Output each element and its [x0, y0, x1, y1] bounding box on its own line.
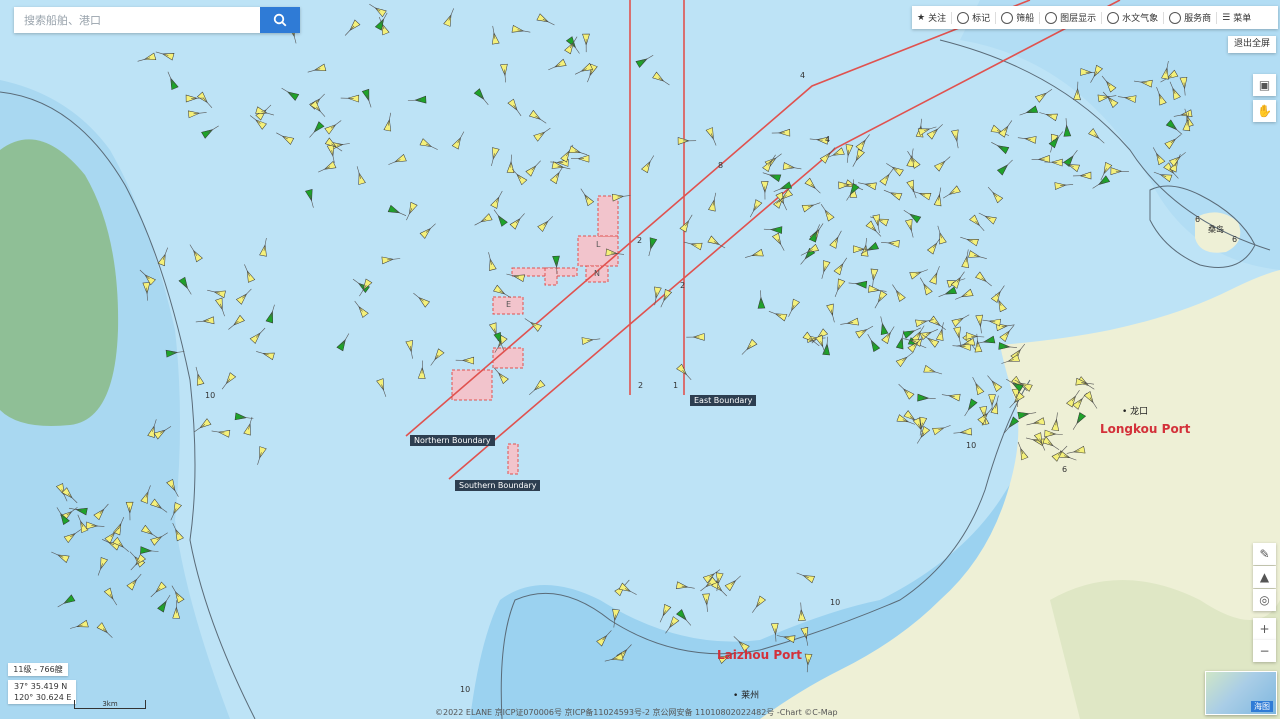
toolbar-weather[interactable]: 水文气象 — [1102, 6, 1163, 29]
copyright-footer: ©2022 ELANE 京ICP证070006号 京ICP备11024593号-… — [435, 708, 838, 717]
depth-sounding: 4 — [800, 71, 805, 80]
service-icon — [1169, 11, 1182, 24]
scale-bar: 3km — [74, 700, 146, 709]
zone-letter: L — [596, 240, 601, 249]
zoom-out-button[interactable]: − — [1253, 640, 1276, 662]
layers-icon — [1045, 11, 1058, 24]
plus-icon: + — [1259, 622, 1270, 636]
depth-sounding: 1 — [673, 381, 678, 390]
east-boundary-label: East Boundary — [690, 395, 757, 406]
search-input[interactable] — [14, 7, 260, 33]
toolbar-layers-label: 图层显示 — [1060, 14, 1097, 24]
toolbar-follow[interactable]: ★ 关注 — [912, 6, 951, 29]
search-button[interactable] — [260, 7, 300, 33]
zone-upper — [597, 195, 619, 237]
toolbar-filter-label: 筛船 — [1016, 14, 1035, 24]
toolbar-service[interactable]: 服务商 — [1164, 6, 1216, 29]
depth-sounding: 10 — [460, 685, 470, 694]
toolbar-follow-label: 关注 — [928, 14, 947, 24]
zone-south-strip — [507, 443, 519, 475]
zone-strip-2 — [544, 267, 558, 286]
weather-icon — [1107, 11, 1120, 24]
depth-sounding: 6 — [1232, 235, 1237, 244]
hand-button[interactable]: ✋ — [1253, 100, 1276, 122]
depth-sounding: 6 — [1062, 465, 1067, 474]
compass-button[interactable]: ▲ — [1253, 566, 1276, 588]
nautical-chart-map[interactable]: 2 2 1 2 4 4 6 8 10 10 10 10 6 6 L N E — [0, 0, 1280, 719]
depth-sounding: 2 — [680, 281, 685, 290]
ruler-button[interactable]: ✎ — [1253, 543, 1276, 565]
toolbar-mark-label: 标记 — [972, 14, 991, 24]
filter-icon — [1001, 11, 1014, 24]
minimap-thumbnail[interactable]: 海图 — [1205, 671, 1277, 715]
longkou-town-text: 龙口 — [1130, 407, 1149, 417]
depth-sounding: 2 — [638, 381, 643, 390]
northern-boundary-label: Northern Boundary — [410, 435, 495, 446]
hand-icon: ✋ — [1257, 104, 1272, 118]
zone-southwest — [451, 369, 493, 401]
compass-icon: ▲ — [1259, 570, 1270, 584]
laizhou-port-label: Laizhou Port — [717, 648, 803, 662]
toolbar-menu[interactable]: ☰ 菜单 — [1217, 6, 1256, 29]
locate-button[interactable]: ◎ — [1253, 589, 1276, 611]
laizhou-town-label: • 莱州 — [733, 691, 760, 701]
laizhou-town-text: 莱州 — [741, 691, 760, 701]
toolbar-layers[interactable]: 图层显示 — [1040, 6, 1101, 29]
menu-icon: ☰ — [1222, 12, 1231, 23]
inbox-button[interactable]: ▣ — [1253, 74, 1276, 96]
depth-sounding: 10 — [205, 391, 215, 400]
toolbar-menu-label: 菜单 — [1233, 14, 1252, 24]
tag-icon — [957, 11, 970, 24]
depth-sounding: 4 — [825, 135, 830, 144]
longitude-readout: 120° 30.624 E — [14, 693, 72, 702]
latitude-readout: 37° 35.419 N — [14, 682, 68, 691]
top-toolbar: ★ 关注 标记 筛船 图层显示 水文气象 服务商 ☰ 菜单 — [912, 6, 1278, 29]
toolbar-service-label: 服务商 — [1184, 14, 1212, 24]
depth-sounding: 6 — [1195, 215, 1200, 224]
ruler-icon: ✎ — [1259, 547, 1270, 561]
cursor-coordinates: 37° 35.419 N 120° 30.624 E — [8, 680, 76, 704]
star-icon: ★ — [917, 12, 926, 23]
search-icon — [273, 13, 287, 27]
depth-sounding: 10 — [830, 598, 840, 607]
sangdao-label: 桑岛 — [1208, 225, 1224, 234]
zone-letter: E — [506, 300, 511, 309]
zoom-in-button[interactable]: + — [1253, 618, 1276, 640]
longkou-port-label: Longkou Port — [1100, 422, 1191, 436]
depth-sounding: 2 — [637, 236, 642, 245]
toolbar-mark[interactable]: 标记 — [952, 6, 995, 29]
depth-sounding: 10 — [966, 441, 976, 450]
locate-icon: ◎ — [1259, 593, 1270, 607]
inbox-icon: ▣ — [1258, 78, 1271, 92]
southern-boundary-label: Southern Boundary — [455, 480, 541, 491]
longkou-town-label: • 龙口 — [1122, 407, 1149, 417]
minus-icon: − — [1259, 644, 1270, 658]
ship-port-search — [14, 7, 300, 33]
toolbar-weather-label: 水文气象 — [1122, 14, 1159, 24]
zoom-level-display: 11级 - 766艘 — [8, 663, 68, 676]
depth-sounding: 8 — [718, 161, 723, 170]
toolbar-filter[interactable]: 筛船 — [996, 6, 1039, 29]
minimap-label: 海图 — [1251, 701, 1273, 712]
exit-fullscreen-button[interactable]: 退出全屏 — [1228, 36, 1276, 53]
zone-letter: N — [594, 269, 600, 278]
